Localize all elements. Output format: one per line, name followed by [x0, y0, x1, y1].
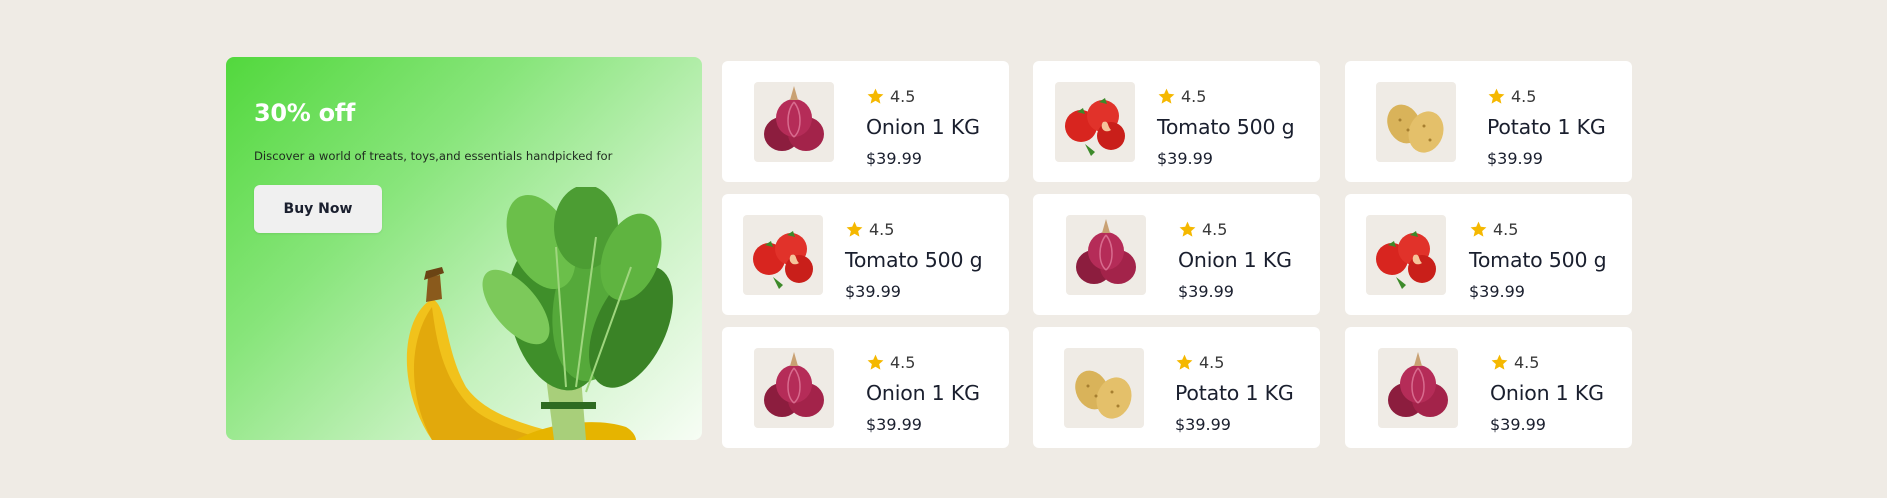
product-card[interactable]: 4.5 Onion 1 KG $39.99 — [1033, 194, 1320, 315]
product-price: $39.99 — [1178, 282, 1234, 301]
product-name[interactable]: Tomato 500 g — [1469, 248, 1607, 272]
product-card[interactable]: 4.5 Onion 1 KG $39.99 — [722, 327, 1009, 448]
star-icon — [1491, 354, 1508, 370]
rating: 4.5 — [866, 87, 915, 106]
star-icon — [867, 88, 884, 104]
product-card[interactable]: 4.5 Onion 1 KG $39.99 — [1345, 327, 1632, 448]
onion-image — [1378, 348, 1458, 428]
product-name[interactable]: Onion 1 KG — [866, 115, 980, 139]
banana-spinach-image — [406, 187, 673, 440]
product-price: $39.99 — [845, 282, 901, 301]
rating-value: 4.5 — [1514, 353, 1540, 372]
spinach-image — [482, 187, 673, 440]
star-icon — [867, 354, 884, 370]
tomato-image — [1055, 82, 1135, 162]
tomato-image — [1366, 215, 1446, 295]
product-card[interactable]: 4.5 Tomato 500 g $39.99 — [1345, 194, 1632, 315]
rating-value: 4.5 — [890, 87, 916, 106]
star-icon — [1488, 88, 1505, 104]
onion-image — [754, 348, 834, 428]
product-card[interactable]: 4.5 Tomato 500 g $39.99 — [1033, 61, 1320, 182]
onion-image — [1066, 215, 1146, 295]
product-name[interactable]: Onion 1 KG — [1490, 381, 1604, 405]
rating-value: 4.5 — [1199, 353, 1225, 372]
potato-image — [1064, 348, 1144, 428]
product-name[interactable]: Potato 1 KG — [1175, 381, 1294, 405]
product-price: $39.99 — [1157, 149, 1213, 168]
promo-banner: 30% off Discover a world of treats, toys… — [226, 57, 702, 440]
product-price: $39.99 — [1469, 282, 1525, 301]
rating-value: 4.5 — [869, 220, 895, 239]
rating-value: 4.5 — [890, 353, 916, 372]
product-card[interactable]: 4.5 Potato 1 KG $39.99 — [1345, 61, 1632, 182]
rating: 4.5 — [1178, 220, 1227, 239]
rating: 4.5 — [1487, 87, 1536, 106]
potato-image — [1376, 82, 1456, 162]
rating: 4.5 — [1175, 353, 1224, 372]
rating-value: 4.5 — [1181, 87, 1207, 106]
product-name[interactable]: Tomato 500 g — [1157, 115, 1295, 139]
rating-value: 4.5 — [1511, 87, 1537, 106]
star-icon — [846, 221, 863, 237]
promo-description: Discover a world of treats, toys,and ess… — [254, 149, 613, 163]
product-card[interactable]: 4.5 Potato 1 KG $39.99 — [1033, 327, 1320, 448]
promo-title: 30% off — [254, 99, 356, 127]
rating: 4.5 — [866, 353, 915, 372]
star-icon — [1158, 88, 1175, 104]
rating: 4.5 — [1490, 353, 1539, 372]
product-price: $39.99 — [1490, 415, 1546, 434]
rating-value: 4.5 — [1202, 220, 1228, 239]
tomato-image — [743, 215, 823, 295]
buy-now-button[interactable]: Buy Now — [254, 185, 382, 233]
star-icon — [1179, 221, 1196, 237]
rating: 4.5 — [1157, 87, 1206, 106]
product-name[interactable]: Onion 1 KG — [1178, 248, 1292, 272]
product-name[interactable]: Onion 1 KG — [866, 381, 980, 405]
product-name[interactable]: Tomato 500 g — [845, 248, 983, 272]
onion-image — [754, 82, 834, 162]
product-card[interactable]: 4.5 Onion 1 KG $39.99 — [722, 61, 1009, 182]
rating-value: 4.5 — [1493, 220, 1519, 239]
product-card[interactable]: 4.5 Tomato 500 g $39.99 — [722, 194, 1009, 315]
product-name[interactable]: Potato 1 KG — [1487, 115, 1606, 139]
rating: 4.5 — [1469, 220, 1518, 239]
rating: 4.5 — [845, 220, 894, 239]
product-price: $39.99 — [866, 149, 922, 168]
star-icon — [1176, 354, 1193, 370]
star-icon — [1470, 221, 1487, 237]
product-price: $39.99 — [1175, 415, 1231, 434]
product-price: $39.99 — [1487, 149, 1543, 168]
product-price: $39.99 — [866, 415, 922, 434]
